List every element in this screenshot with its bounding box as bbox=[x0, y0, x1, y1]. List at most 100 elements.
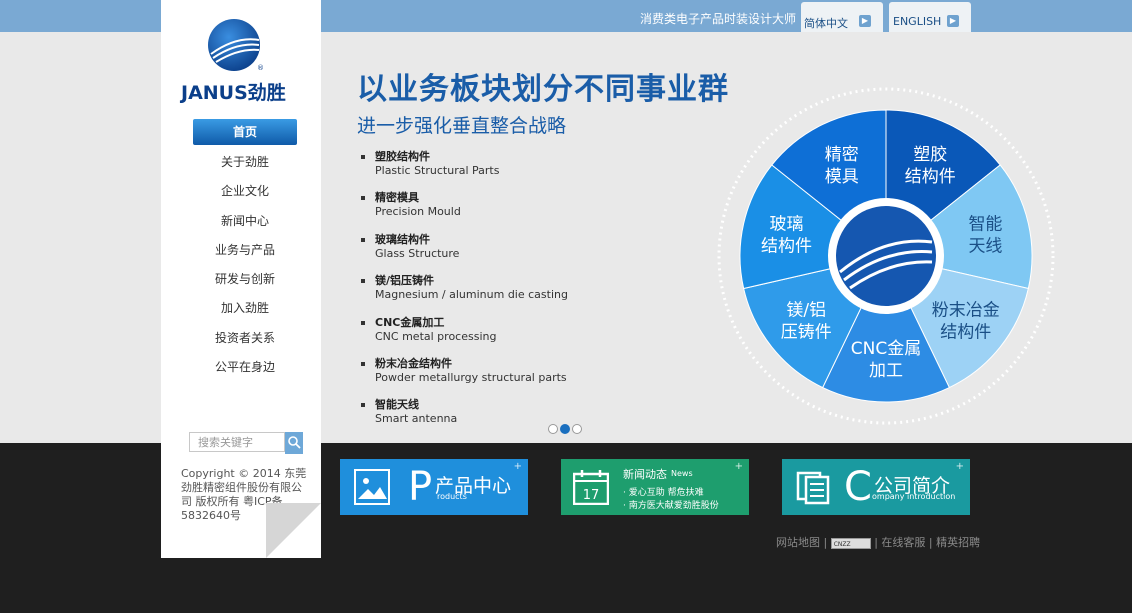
wheel-segment-label: 加工 bbox=[869, 361, 903, 381]
cnzz-badge[interactable]: CNZZ bbox=[830, 537, 871, 549]
sitemap-link[interactable]: 网站地图 bbox=[776, 536, 820, 549]
news-title-en: News bbox=[671, 469, 693, 478]
plus-icon: + bbox=[955, 461, 964, 472]
bullet-icon bbox=[361, 361, 365, 366]
slider-dot-active[interactable] bbox=[560, 424, 570, 434]
business-en: CNC metal processing bbox=[375, 329, 497, 343]
list-item: CNC金属加工 CNC metal processing bbox=[361, 316, 568, 357]
business-en: Plastic Structural Parts bbox=[375, 164, 500, 177]
search-icon bbox=[288, 436, 301, 449]
nav-item-news[interactable]: 新闻中心 bbox=[193, 207, 297, 236]
wheel-segment-label: 塑胶 bbox=[913, 145, 947, 165]
search-bar: 搜索关键字 bbox=[189, 432, 303, 454]
list-item: 塑胶结构件 Plastic Structural Parts bbox=[361, 150, 568, 191]
nav-item-rnd[interactable]: 研发与创新 bbox=[193, 265, 297, 294]
bullet-icon bbox=[361, 155, 365, 159]
wheel-segment-label: 模具 bbox=[825, 167, 859, 187]
jobs-link[interactable]: 精英招聘 bbox=[936, 536, 980, 549]
nav-item-investors[interactable]: 投资者关系 bbox=[193, 324, 297, 353]
lang-cn-tab[interactable]: 简体中文 ▶ bbox=[801, 2, 883, 32]
business-cn: 镁/铝压铸件 bbox=[375, 274, 435, 288]
logo[interactable]: ® JANUS劲胜 bbox=[181, 18, 301, 108]
search-input[interactable]: 搜索关键字 bbox=[189, 432, 285, 452]
banner-headline: 以业务板块划分不同事业群 bbox=[357, 72, 729, 107]
nav-item-fairness[interactable]: 公平在身边 bbox=[193, 353, 297, 382]
company-big-letter: C bbox=[844, 464, 872, 510]
wheel-segment-label: 结构件 bbox=[940, 323, 991, 343]
wheel-segment-label: 天线 bbox=[968, 236, 1002, 256]
news-line[interactable]: · 南方医大献爱劲胜股份 bbox=[623, 498, 719, 511]
wheel-segment-label: 结构件 bbox=[905, 167, 956, 187]
page-fold bbox=[266, 503, 321, 558]
slider-dot[interactable] bbox=[548, 424, 558, 434]
bullet-icon bbox=[361, 320, 365, 325]
business-en: Precision Mould bbox=[375, 205, 461, 219]
wheel-segment-label: 玻璃 bbox=[770, 214, 804, 234]
chevron-right-icon: ▶ bbox=[859, 15, 871, 27]
business-en: Magnesium / aluminum die casting bbox=[375, 288, 568, 302]
cnzz-label: CNZZ bbox=[833, 540, 851, 548]
news-card[interactable]: + 17 新闻动态 News · 爱心互助 帮危扶难 · 南方医大献爱劲胜股份 bbox=[561, 459, 749, 515]
wheel-segment-label: 智能 bbox=[968, 214, 1002, 234]
products-big-letter: P bbox=[408, 464, 433, 510]
wheel-segment-label: 精密 bbox=[825, 145, 859, 165]
slogan: 消费类电子产品时装设计大师 bbox=[640, 12, 797, 26]
sidebar: ® JANUS劲胜 首页 关于劲胜 企业文化 新闻中心 业务与产品 研发与创新 … bbox=[161, 0, 321, 558]
image-icon bbox=[354, 469, 390, 505]
bullet-icon bbox=[361, 237, 365, 242]
search-button[interactable] bbox=[285, 432, 303, 454]
news-title: 新闻动态 bbox=[623, 468, 667, 481]
list-item: 智能天线 Smart antenna bbox=[361, 398, 568, 439]
wheel-segment-label: 粉末冶金 bbox=[932, 301, 1000, 321]
nav-item-home[interactable]: 首页 bbox=[193, 119, 297, 145]
business-cn: 粉末冶金结构件 bbox=[375, 356, 452, 370]
products-card[interactable]: + P 产品中心 roducts bbox=[340, 459, 528, 515]
footer-links: 网站地图 | CNZZ | 在线客服 | 精英招聘 bbox=[776, 536, 981, 549]
svg-text:®: ® bbox=[257, 64, 264, 72]
business-cn: 塑胶结构件 bbox=[375, 150, 430, 163]
nav-item-culture[interactable]: 企业文化 bbox=[193, 177, 297, 206]
wheel-segment-label: CNC金属 bbox=[851, 339, 921, 359]
business-cn: 智能天线 bbox=[375, 398, 419, 412]
brand-text: JANUS劲胜 bbox=[181, 82, 286, 104]
company-card[interactable]: + C 公司简介 ompany introduction bbox=[782, 459, 970, 515]
slider-dots bbox=[548, 419, 584, 438]
banner-subhead: 进一步强化垂直整合战略 bbox=[357, 115, 567, 137]
main-nav: 首页 关于劲胜 企业文化 新闻中心 业务与产品 研发与创新 加入劲胜 投资者关系… bbox=[193, 119, 297, 382]
calendar-icon: 17 bbox=[573, 470, 609, 505]
slider-dot[interactable] bbox=[572, 424, 582, 434]
list-item: 镁/铝压铸件 Magnesium / aluminum die casting bbox=[361, 274, 568, 315]
lang-en-label: ENGLISH bbox=[893, 15, 942, 28]
calendar-day: 17 bbox=[583, 488, 600, 503]
company-sub: ompany introduction bbox=[872, 492, 956, 501]
plus-icon: + bbox=[734, 461, 743, 472]
business-cn: CNC金属加工 bbox=[375, 315, 445, 329]
business-en: Powder metallurgy structural parts bbox=[375, 370, 567, 384]
business-en: Smart antenna bbox=[375, 412, 458, 426]
business-list: 塑胶结构件 Plastic Structural Parts 精密模具 Precis… bbox=[361, 150, 568, 440]
list-item: 粉末冶金结构件 Powder metallurgy structural part… bbox=[361, 357, 568, 398]
chevron-right-icon: ▶ bbox=[947, 15, 959, 27]
nav-item-join[interactable]: 加入劲胜 bbox=[193, 294, 297, 323]
nav-item-business[interactable]: 业务与产品 bbox=[193, 236, 297, 265]
list-item: 精密模具 Precision Mould bbox=[361, 191, 568, 232]
wheel-segment-label: 镁/铝 bbox=[786, 301, 826, 321]
nav-item-about[interactable]: 关于劲胜 bbox=[193, 148, 297, 177]
business-cn: 精密模具 bbox=[375, 191, 419, 205]
bullet-icon bbox=[361, 196, 365, 201]
list-item: 玻璃结构件 Glass Structure bbox=[361, 233, 568, 274]
wheel-segment-label: 结构件 bbox=[761, 236, 812, 256]
business-wheel: 塑胶结构件智能天线粉末冶金结构件CNC金属加工镁/铝压铸件玻璃结构件精密模具 bbox=[717, 87, 1055, 425]
business-cn: 玻璃结构件 bbox=[375, 232, 430, 246]
lang-en-tab[interactable]: ENGLISH ▶ bbox=[889, 2, 971, 32]
products-sub: roducts bbox=[437, 492, 467, 501]
business-en: Glass Structure bbox=[375, 246, 460, 260]
bullet-icon bbox=[361, 403, 365, 408]
bullet-icon bbox=[361, 279, 365, 284]
news-line[interactable]: · 爱心互助 帮危扶难 bbox=[623, 485, 704, 498]
plus-icon: + bbox=[513, 461, 522, 472]
document-icon bbox=[796, 471, 830, 505]
online-service-link[interactable]: 在线客服 bbox=[881, 536, 925, 549]
lang-cn-label: 简体中文 bbox=[804, 17, 848, 30]
wheel-segment-label: 压铸件 bbox=[781, 323, 832, 343]
